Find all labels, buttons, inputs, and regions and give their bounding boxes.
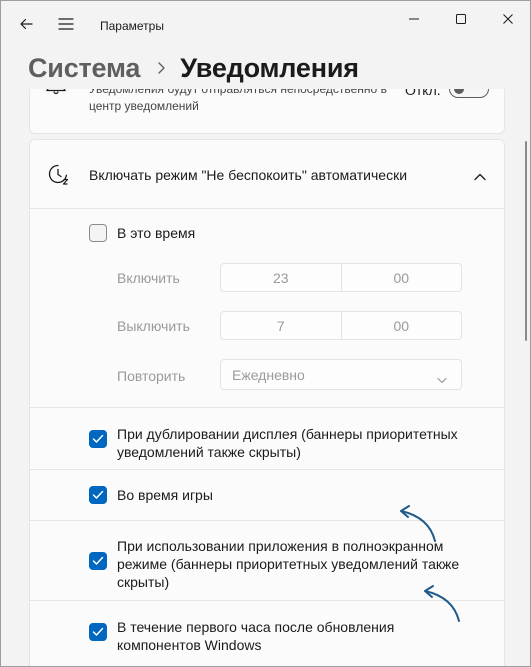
vertical-scrollbar[interactable] <box>525 141 527 341</box>
checkmark-icon <box>92 490 104 499</box>
windows-update-label-line1: В течение первого часа после обновления <box>117 619 395 635</box>
breadcrumb: Система Уведомления <box>28 51 359 85</box>
duplicate-display-label-line1: При дублировании дисплея (баннеры приори… <box>117 426 458 442</box>
close-button[interactable] <box>486 5 530 33</box>
breadcrumb-parent-link[interactable]: Система <box>28 53 140 84</box>
clock-icon <box>47 163 69 190</box>
chevron-down-icon <box>437 371 447 389</box>
title-bar: Параметры <box>1 1 530 49</box>
windows-update-checkbox[interactable] <box>89 623 107 641</box>
start-minute[interactable]: 00 <box>340 264 462 291</box>
repeat-selected-value: Ежедневно <box>232 367 305 383</box>
settings-content: Уведомления будут отправляться непосредс… <box>1 89 530 666</box>
toggle-state-label: Откл. <box>405 89 441 98</box>
annotation-arrow-icon <box>400 505 436 542</box>
back-button[interactable] <box>11 9 41 39</box>
gaming-label: Во время игры <box>117 487 213 503</box>
checkmark-icon <box>92 556 104 565</box>
end-time-label: Выключить <box>117 318 190 334</box>
start-time-label: Включить <box>117 270 180 286</box>
app-title: Параметры <box>100 19 164 33</box>
duplicate-display-checkbox[interactable] <box>89 430 107 448</box>
end-time-picker[interactable]: 7 00 <box>220 311 462 340</box>
divider <box>30 469 504 470</box>
end-hour[interactable]: 7 <box>221 312 341 339</box>
repeat-dropdown[interactable]: Ежедневно <box>220 359 462 390</box>
time-rule-label: В это время <box>117 225 196 241</box>
chevron-up-icon[interactable] <box>473 169 487 187</box>
annotation-arrow-icon <box>424 585 460 622</box>
start-time-picker[interactable]: 23 00 <box>220 263 462 292</box>
dnd-expander-title: Включать режим "Не беспокоить" автоматич… <box>89 167 408 183</box>
fullscreen-app-label-line2: режиме (баннеры приоритетных уведомлений… <box>117 556 460 572</box>
fullscreen-app-label-line3: скрыты) <box>117 574 170 590</box>
page-title: Уведомления <box>180 52 359 83</box>
checkmark-icon <box>92 434 104 443</box>
divider <box>30 407 504 408</box>
back-arrow-icon <box>20 18 33 30</box>
duplicate-display-label-line2: уведомлений также скрыты) <box>117 444 301 460</box>
notifications-toggle[interactable] <box>449 89 489 98</box>
close-icon <box>503 14 513 24</box>
toggle-knob <box>454 89 464 94</box>
start-hour[interactable]: 23 <box>221 264 341 291</box>
fullscreen-app-checkbox[interactable] <box>89 552 107 570</box>
dnd-expander-header[interactable]: Включать режим "Не беспокоить" автоматич… <box>30 140 504 209</box>
minimize-button[interactable] <box>392 5 436 33</box>
minimize-icon <box>409 18 419 20</box>
gaming-checkbox[interactable] <box>89 486 107 504</box>
end-minute[interactable]: 00 <box>340 312 462 339</box>
checkmark-icon <box>92 627 104 636</box>
windows-update-label-line2: компонентов Windows <box>117 637 262 653</box>
setting-description: Уведомления будут отправляться непосредс… <box>89 89 387 113</box>
hamburger-icon <box>58 18 74 30</box>
time-rule-checkbox[interactable] <box>89 224 107 242</box>
bell-icon <box>46 89 66 101</box>
chevron-right-icon <box>156 61 166 75</box>
notification-center-setting-card: Уведомления будут отправляться непосредс… <box>29 89 505 134</box>
navigation-menu-button[interactable] <box>51 9 81 39</box>
maximize-button[interactable] <box>439 5 483 33</box>
maximize-icon <box>456 14 466 24</box>
settings-window: Параметры Система Уведомления Уведомлени… <box>0 0 531 667</box>
repeat-label: Повторить <box>117 368 186 384</box>
